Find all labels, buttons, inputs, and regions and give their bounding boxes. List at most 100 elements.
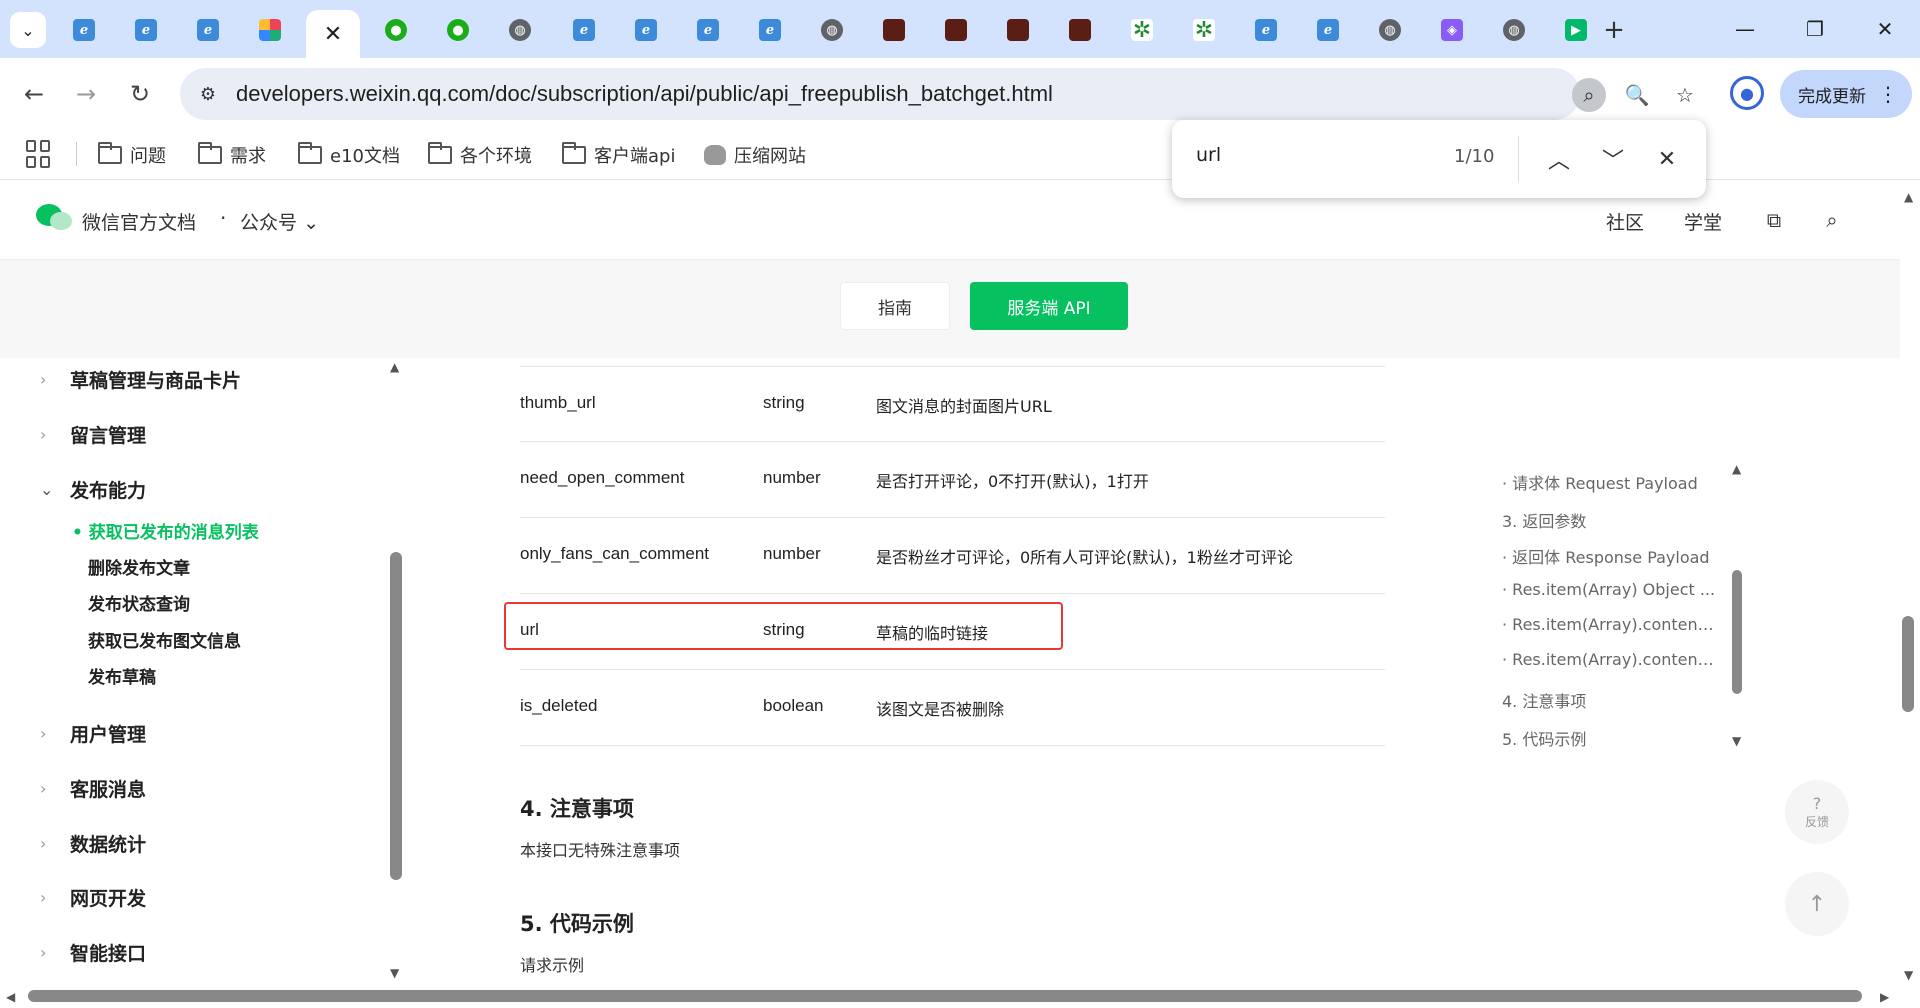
tab-strip: ⌄ e e e ✕ ● ● ◍ e e e e ◍ ✲ ✲ e e ◍ ◈ ◍ ▶ + — ❐ ✕ — [0, 0, 1920, 58]
chevron-up-icon: ︿ — [1547, 149, 1570, 174]
address-bar[interactable]: ⚙ developers.weixin.qq.com/doc/subscript… — [180, 68, 1694, 120]
bookmark-folder[interactable]: 客户端api — [562, 140, 675, 170]
ie-icon: e — [1317, 19, 1339, 41]
back-button[interactable]: ← — [14, 74, 54, 114]
ie-icon: e — [197, 19, 219, 41]
browser-tab[interactable]: e — [118, 10, 174, 50]
avatar-icon — [945, 19, 967, 41]
lens-icon[interactable]: ⌕ — [1572, 78, 1606, 112]
ie-icon: e — [1255, 19, 1277, 41]
folder-icon — [562, 142, 586, 164]
browser-tab[interactable] — [990, 10, 1046, 50]
green-star-icon: ✲ — [1193, 17, 1215, 43]
minimize-button[interactable]: — — [1720, 10, 1770, 48]
search-icon[interactable]: ⌕ — [1818, 206, 1846, 234]
wechat-icon: ● — [447, 19, 469, 41]
star-icon[interactable]: ☆ — [1668, 78, 1702, 112]
avatar-icon — [1069, 19, 1091, 41]
find-separator — [1518, 136, 1519, 182]
title-dot: · — [220, 206, 227, 230]
apps-grid-icon[interactable] — [26, 140, 54, 168]
update-button[interactable]: 完成更新 ⋮ — [1780, 70, 1912, 118]
grid-app-icon — [259, 19, 281, 41]
community-link[interactable]: 社区 — [1606, 208, 1644, 235]
arrow-right-icon: → — [75, 80, 97, 108]
chevron-down-icon: ⌄ — [21, 20, 35, 40]
academy-link[interactable]: 学堂 — [1684, 208, 1722, 235]
ie-icon: e — [697, 19, 719, 41]
bookmark-site[interactable]: 压缩网站 — [704, 140, 806, 170]
purple-app-icon: ◈ — [1441, 19, 1463, 41]
browser-tab[interactable] — [1052, 10, 1108, 50]
browser-tab[interactable]: e — [556, 10, 612, 50]
folder-icon — [298, 142, 322, 164]
more-icon: ⋮ — [1878, 82, 1898, 106]
find-bar: url 1/10 ︿ ﹀ ✕ — [1172, 120, 1706, 198]
avatar-icon — [883, 19, 905, 41]
browser-tab[interactable]: ◈ — [1424, 10, 1480, 50]
browser-tab[interactable] — [866, 10, 922, 50]
browser-tab[interactable]: ◍ — [492, 10, 548, 50]
find-prev-button[interactable]: ︿ — [1540, 140, 1578, 178]
browser-tab[interactable]: ◍ — [804, 10, 860, 50]
browser-tab[interactable]: ✲ — [1114, 10, 1170, 50]
arrow-left-icon: ← — [23, 80, 45, 108]
globe-icon: ◍ — [1503, 19, 1525, 41]
browser-tab[interactable]: e — [680, 10, 736, 50]
new-tab-button[interactable]: + — [1596, 12, 1632, 48]
tab-search-button[interactable]: ⌄ — [10, 12, 46, 48]
browser-tab[interactable]: ◍ — [1362, 10, 1418, 50]
find-next-button[interactable]: ﹀ — [1594, 140, 1632, 178]
guide-tab[interactable]: 指南 — [840, 282, 950, 330]
restore-button[interactable]: ❐ — [1790, 10, 1840, 48]
web-page: 微信官方文档 · 公众号 ⌄ 社区 学堂 ⧉ ⌕ 指南 服务端 API — [0, 180, 1920, 1008]
bookmark-label: 需求 — [230, 146, 266, 167]
bookmark-folder[interactable]: 各个环境 — [428, 140, 532, 170]
bookmark-label: 问题 — [130, 146, 166, 167]
reload-button[interactable]: ↻ — [120, 74, 160, 114]
browser-tab[interactable] — [242, 10, 298, 50]
profile-avatar[interactable]: ● — [1730, 76, 1764, 110]
browser-tab[interactable]: ● — [368, 10, 424, 50]
chevron-down-icon: ⌄ — [303, 212, 319, 234]
browser-tab[interactable]: e — [742, 10, 798, 50]
avatar-icon — [1007, 19, 1029, 41]
globe-icon: ◍ — [509, 19, 531, 41]
browser-tab[interactable]: e — [1300, 10, 1356, 50]
find-close-button[interactable]: ✕ — [1648, 140, 1686, 178]
browser-tab[interactable]: ◍ — [1486, 10, 1542, 50]
forward-button[interactable]: → — [66, 74, 106, 114]
bookmark-folder[interactable]: e10文档 — [298, 140, 400, 170]
find-input[interactable]: url — [1196, 144, 1221, 166]
ie-icon: e — [759, 19, 781, 41]
url-text[interactable]: developers.weixin.qq.com/doc/subscriptio… — [236, 81, 1053, 107]
browser-tab[interactable] — [928, 10, 984, 50]
green-star-icon: ✲ — [1131, 17, 1153, 43]
translate-icon[interactable]: ⧉ — [1760, 206, 1788, 234]
globe-icon: ◍ — [1379, 19, 1401, 41]
bookmark-folder[interactable]: 需求 — [198, 140, 266, 170]
site-title[interactable]: 微信官方文档 — [82, 208, 196, 235]
browser-tab[interactable]: e — [180, 10, 236, 50]
browser-tab[interactable]: ✕ — [306, 10, 360, 58]
browser-tab[interactable]: ✲ — [1176, 10, 1232, 50]
person-icon: ● — [1740, 83, 1754, 103]
plus-icon: + — [1603, 15, 1625, 45]
close-window-button[interactable]: ✕ — [1860, 10, 1910, 48]
section-selector[interactable]: 公众号 ⌄ — [240, 208, 319, 235]
close-icon: ✕ — [1657, 146, 1677, 172]
chevron-down-icon: ﹀ — [1601, 149, 1624, 174]
minimize-icon: — — [1735, 17, 1755, 41]
find-count: 1/10 — [1454, 146, 1495, 167]
site-info-icon[interactable]: ⚙ — [194, 80, 222, 108]
browser-tab[interactable]: e — [1238, 10, 1294, 50]
folder-icon — [198, 142, 222, 164]
zoom-icon[interactable]: 🔍 — [1620, 78, 1654, 112]
browser-tab[interactable]: e — [56, 10, 112, 50]
server-api-tab[interactable]: 服务端 API — [970, 282, 1128, 330]
bookmark-label: 压缩网站 — [734, 146, 806, 167]
browser-tab[interactable]: ● — [430, 10, 486, 50]
browser-tab[interactable]: e — [618, 10, 674, 50]
bookmark-folder[interactable]: 问题 — [98, 140, 166, 170]
wechat-logo-icon[interactable] — [36, 204, 72, 232]
